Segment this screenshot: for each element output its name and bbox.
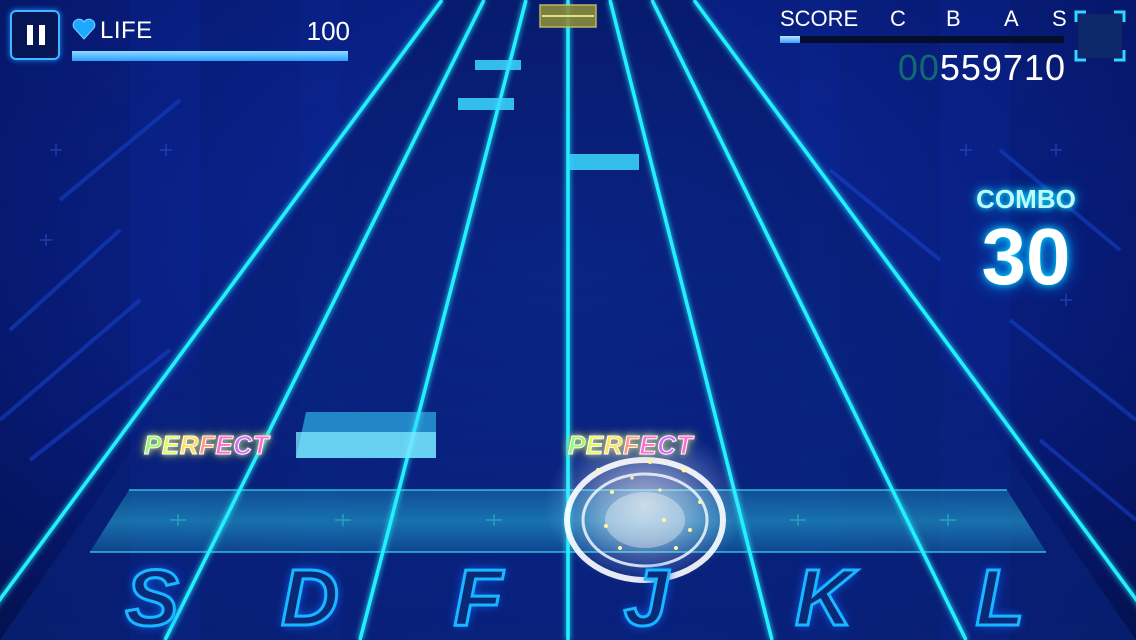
score-progress-fill [780,36,800,43]
life-value: 100 [306,16,350,46]
score-leading-zeros: 00 [897,47,940,88]
life-label: LIFE [100,17,153,44]
life-bar-fill [72,51,348,61]
key-label-k: K [794,553,855,640]
key-label-d: D [280,553,341,640]
life-gauge: LIFE 100 [72,14,350,64]
heart-icon [72,18,96,40]
key-label-f: F [452,553,504,640]
note [458,98,514,110]
score-value: 00559710 [898,48,1066,88]
life-bar [72,51,348,61]
judgement-text-lane-1: PERFECT [144,430,269,461]
score-progress-bar [780,36,1064,43]
score-digits: 559710 [939,47,1066,88]
combo-value: 30 [981,212,1071,301]
rank-marker-a: A [1004,6,1019,31]
rank-frame-icon [1074,10,1126,62]
key-label-j: J [622,553,670,640]
key-label-l: L [974,553,1026,640]
combo-label: COMBO [976,184,1076,214]
rank-marker-c: C [890,6,906,31]
note [569,154,639,170]
rank-marker-s: S [1052,6,1067,31]
game-stage: S D F J K L PERFECT PERFECT LIFE 100 SCO… [0,0,1136,640]
judgement-text-lane-4: PERFECT [568,430,693,461]
note [475,60,521,70]
playfield [0,0,1136,640]
rank-marker-b: B [946,6,961,31]
score-panel: SCORE C B A S 00559710 [780,6,1067,90]
note [296,432,436,458]
pause-button[interactable] [10,10,60,60]
key-label-s: S [124,553,180,640]
score-label: SCORE [780,6,859,31]
